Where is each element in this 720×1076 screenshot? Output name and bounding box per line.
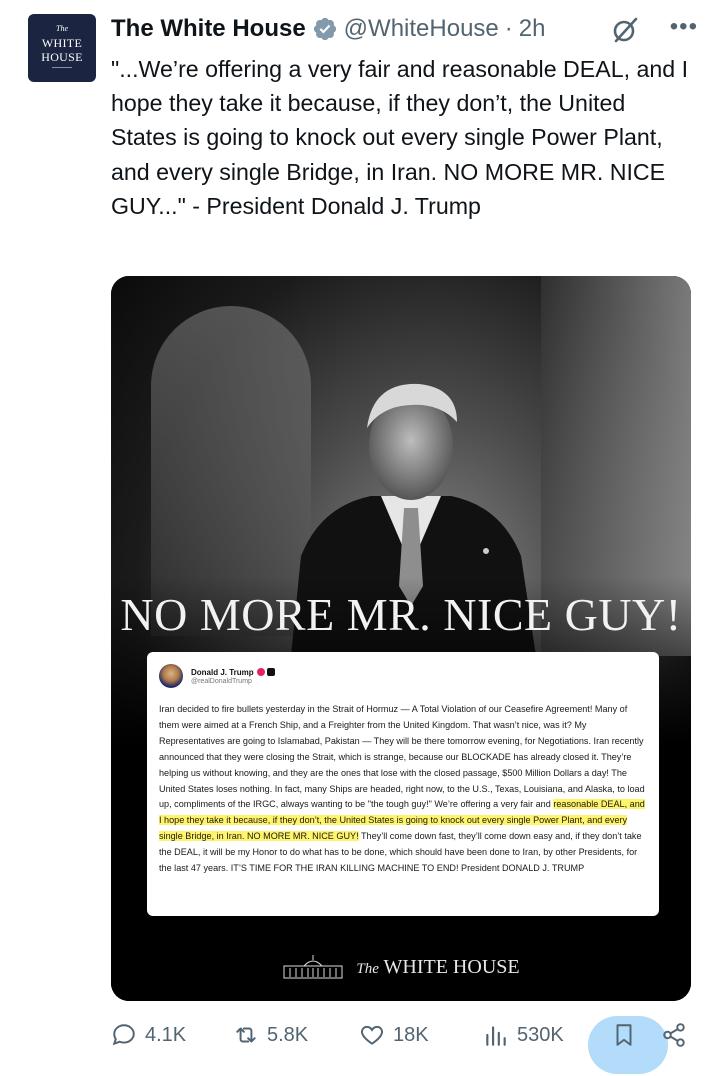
heart-icon — [361, 1025, 383, 1045]
account-name[interactable]: The White House — [111, 15, 306, 43]
avatar-white: WHITE — [41, 36, 83, 50]
avatar-house: HOUSE — [41, 50, 83, 64]
account-handle[interactable]: @WhiteHouse — [344, 15, 499, 43]
avatar-the: The — [56, 24, 68, 33]
reply-count: 4.1K — [145, 1023, 187, 1046]
like-button[interactable]: 18K — [359, 1022, 429, 1048]
verified-badge-icon — [313, 17, 336, 41]
avatar-rule — [52, 67, 72, 68]
reply-button[interactable]: 4.1K — [111, 1022, 186, 1048]
reply-icon — [112, 1024, 135, 1046]
views-button[interactable]: 530K — [483, 1022, 564, 1048]
card-body-start: Iran decided to fire bullets yesterday i… — [159, 704, 645, 810]
action-bar: 4.1K 5.8K 18K 530K — [111, 1016, 711, 1074]
share-icon — [663, 1023, 685, 1047]
tweet-image[interactable]: NO MORE MR. NICE GUY! Donald J. Trump @r… — [111, 276, 691, 1001]
tweet-header: The White House @WhiteHouse · 2h ••• — [111, 12, 700, 46]
image-headline: NO MORE MR. NICE GUY! — [120, 589, 682, 640]
card-names: Donald J. Trump @realDonaldTrump — [191, 668, 275, 685]
repost-icon — [236, 1027, 256, 1043]
card-avatar — [159, 664, 183, 688]
card-body: Iran decided to fire bullets yesterday i… — [159, 702, 647, 877]
tweet-text: "...We’re offering a very fair and reaso… — [111, 56, 689, 219]
wordmark-the: The — [356, 960, 379, 977]
card-badge-square-icon — [266, 668, 275, 676]
wordmark-white-house: WHITE HOUSE — [383, 955, 520, 978]
card-badge-icon — [256, 668, 265, 676]
white-house-building-icon — [283, 955, 343, 979]
embedded-post-card: Donald J. Trump @realDonaldTrump Iran de… — [147, 652, 659, 916]
account-avatar[interactable]: The WHITE HOUSE — [28, 14, 96, 82]
bookmark-button[interactable] — [611, 1022, 637, 1048]
tweet-time[interactable]: 2h — [519, 15, 546, 43]
card-author-handle: @realDonaldTrump — [191, 677, 252, 685]
repost-count: 5.8K — [267, 1023, 309, 1046]
like-count: 18K — [393, 1023, 429, 1046]
bookmark-icon — [616, 1024, 632, 1046]
card-header: Donald J. Trump @realDonaldTrump — [159, 664, 647, 688]
white-house-wordmark: The WHITE HOUSE — [356, 956, 519, 979]
separator-dot: · — [504, 15, 513, 42]
views-count: 530K — [517, 1023, 564, 1046]
repost-button[interactable]: 5.8K — [233, 1022, 308, 1048]
grok-icon[interactable] — [610, 15, 640, 45]
card-author-name: Donald J. Trump — [191, 668, 275, 677]
more-options-icon[interactable]: ••• — [670, 12, 698, 42]
share-button[interactable] — [661, 1022, 687, 1048]
views-chart-icon — [486, 1026, 506, 1046]
card-author-label: Donald J. Trump — [191, 667, 254, 677]
white-house-logo: The WHITE HOUSE — [111, 954, 691, 980]
